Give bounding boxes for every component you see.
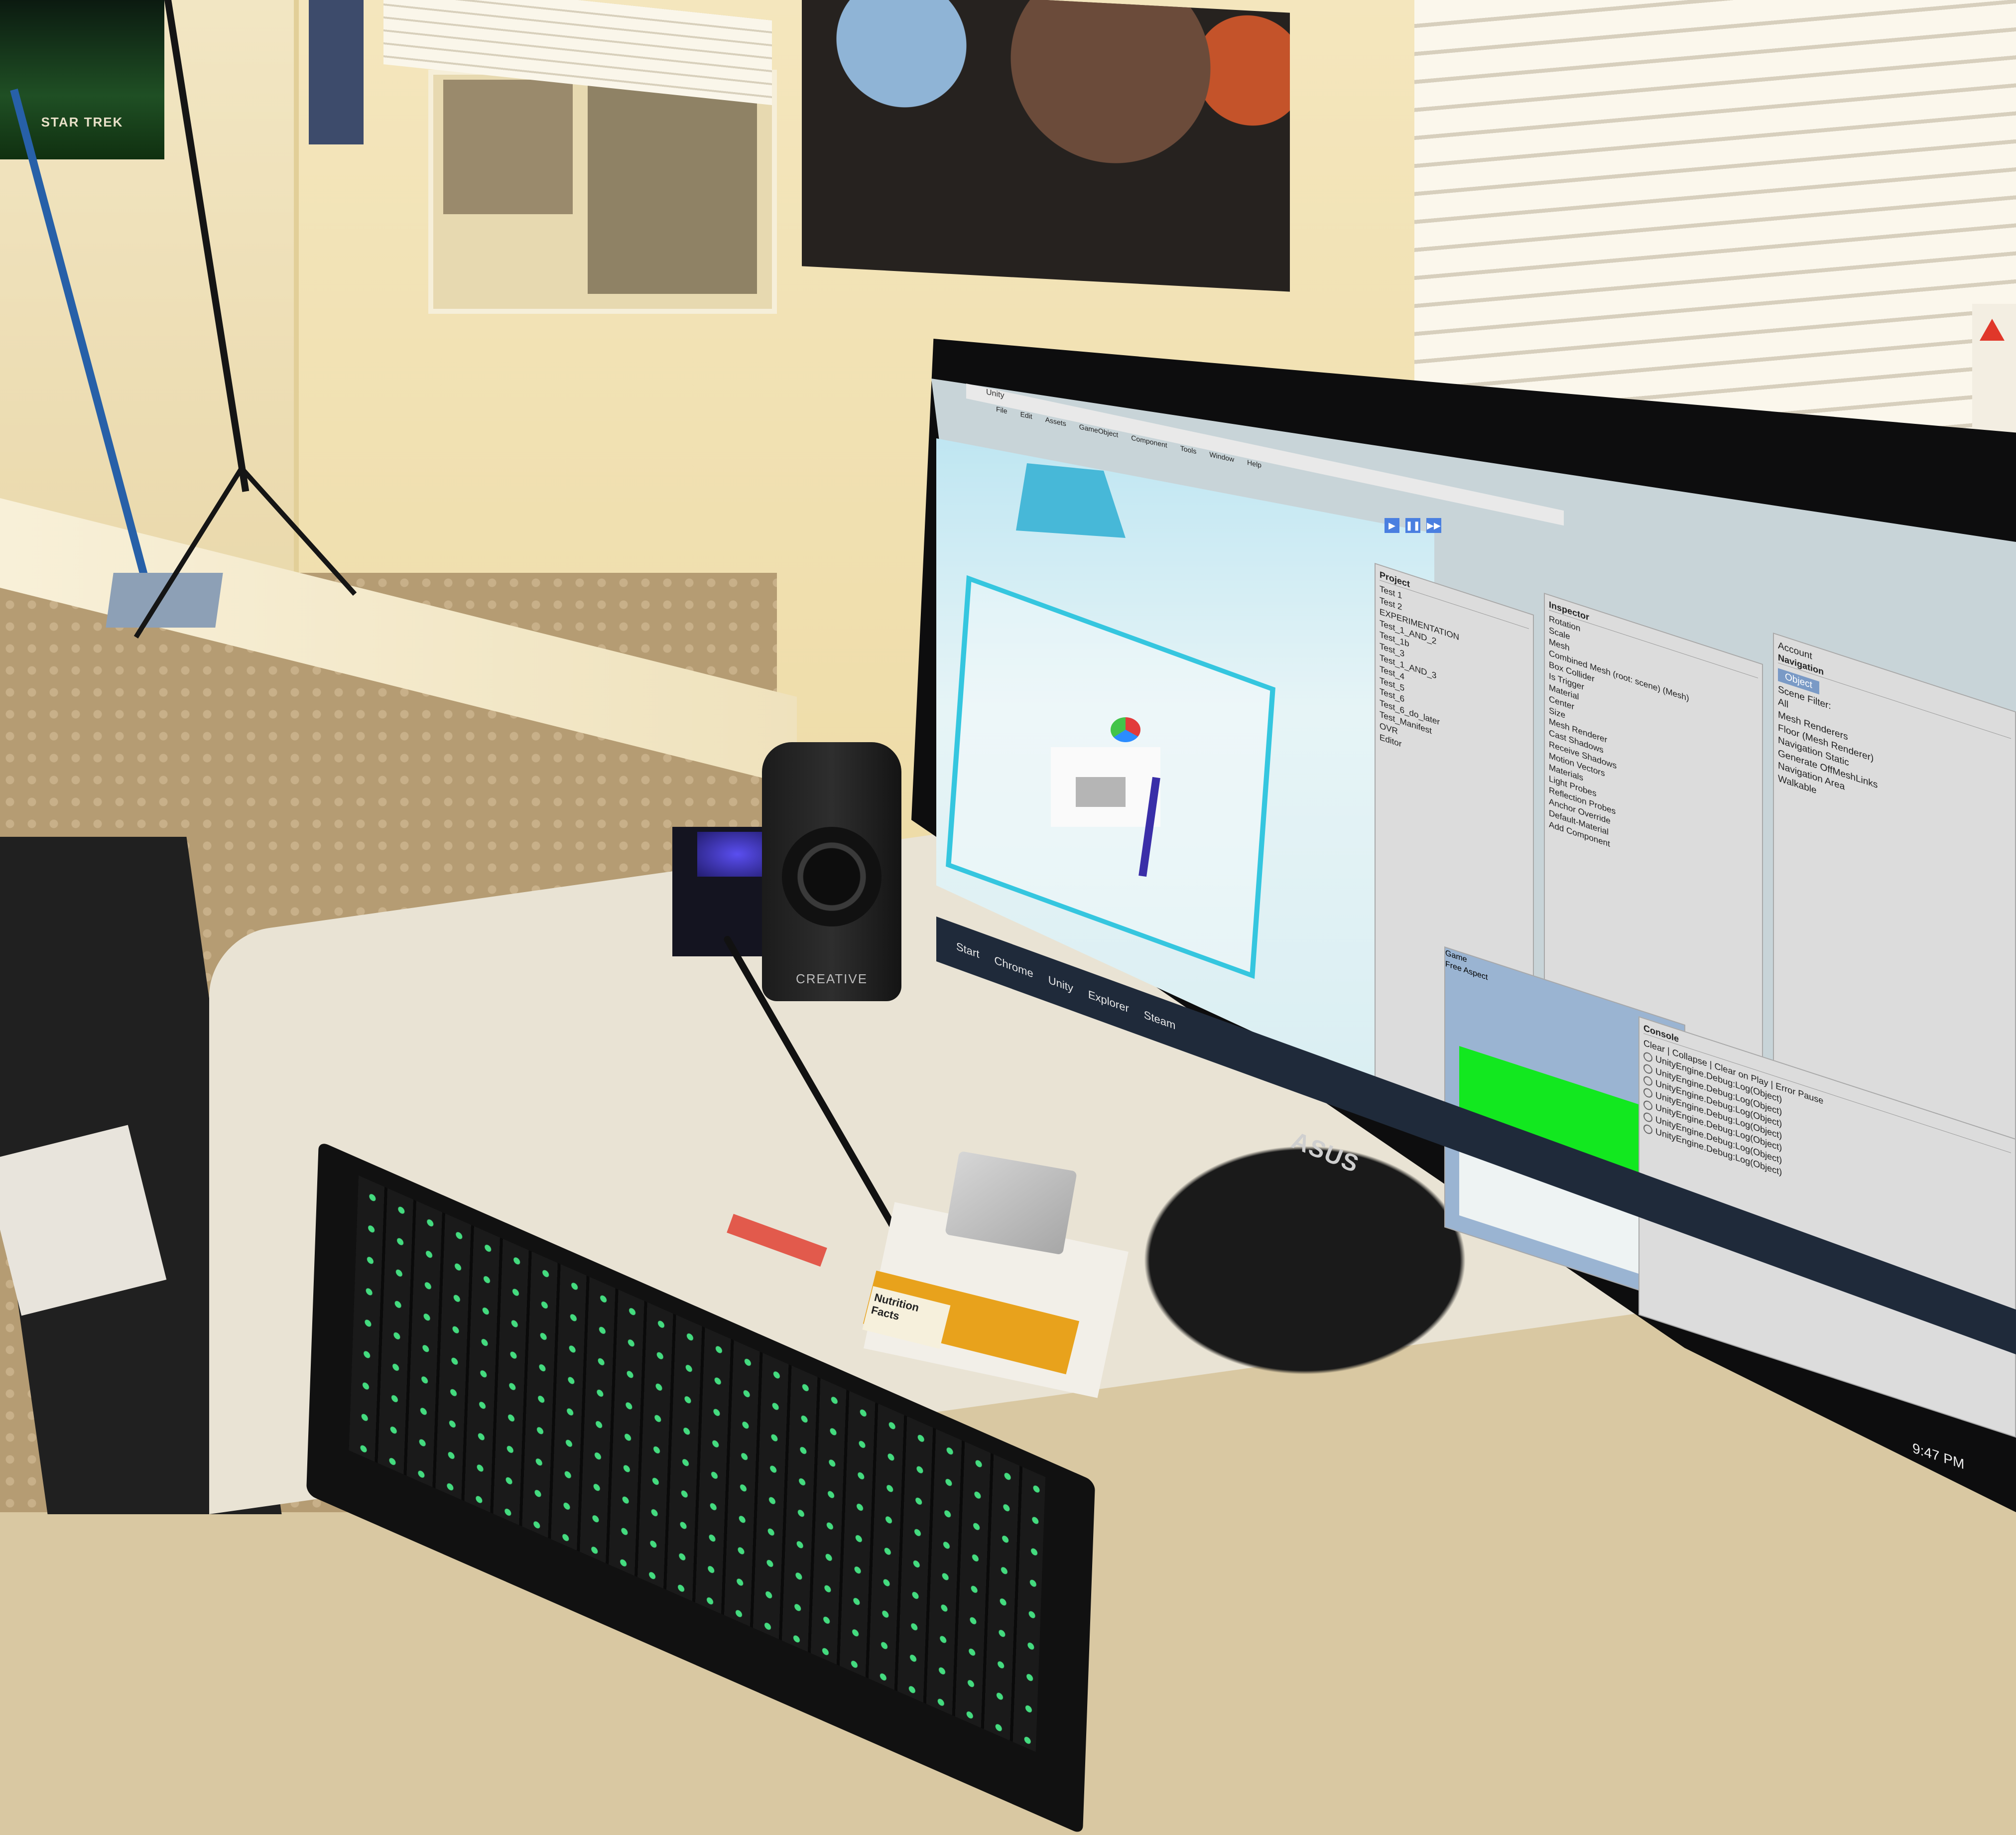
menu-file[interactable]: File bbox=[996, 405, 1008, 419]
taskbar-item[interactable]: Start bbox=[956, 940, 979, 961]
speaker-brand: CREATIVE bbox=[795, 971, 868, 986]
step-button[interactable]: ▶▶ bbox=[1426, 518, 1441, 533]
broom-head bbox=[106, 573, 223, 628]
poster-title: STAR TREK bbox=[41, 115, 124, 130]
speaker-cone bbox=[782, 827, 882, 926]
scene-object-box[interactable] bbox=[1076, 777, 1126, 807]
small-poster bbox=[309, 0, 364, 144]
menu-edit[interactable]: Edit bbox=[1020, 410, 1032, 424]
taskbar-item[interactable]: Explorer bbox=[1088, 988, 1129, 1016]
wall-corner bbox=[294, 0, 299, 598]
taskbar-item[interactable]: Unity bbox=[1048, 973, 1073, 995]
scene-robot[interactable] bbox=[1111, 717, 1140, 742]
taskbar-item[interactable]: Chrome bbox=[994, 953, 1033, 980]
info-icon bbox=[1643, 1123, 1652, 1136]
info-icon bbox=[1643, 1050, 1652, 1063]
space-poster bbox=[802, 0, 1290, 292]
window-pane-left bbox=[443, 80, 573, 214]
play-controls: ▶ ❚❚ ▶▶ bbox=[1385, 518, 1444, 538]
pause-button[interactable]: ❚❚ bbox=[1405, 518, 1420, 533]
play-button[interactable]: ▶ bbox=[1385, 518, 1399, 533]
taskbar-item[interactable]: Steam bbox=[1144, 1008, 1176, 1033]
window-pane-right bbox=[588, 85, 757, 294]
